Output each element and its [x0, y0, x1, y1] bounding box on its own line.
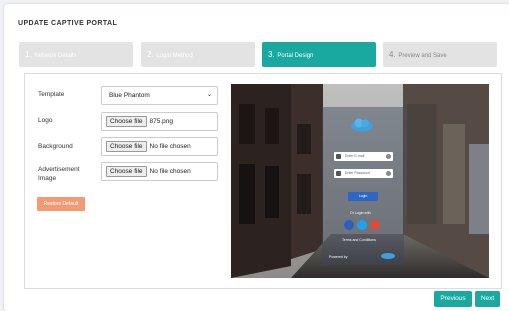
step-number: 4.	[389, 50, 396, 59]
lock-icon	[336, 171, 341, 176]
logo-file-name: 875.png	[149, 118, 174, 125]
portal-design-form: Template Blue Phantom ⌄ Logo Choose file…	[24, 73, 502, 289]
template-label: Template	[38, 91, 65, 98]
step-network-details[interactable]: 1. Network Details	[19, 42, 133, 67]
step-portal-design[interactable]: 3. Portal Design	[262, 42, 376, 67]
chevron-down-icon: ⌄	[206, 92, 212, 98]
login-card: Enter E-mail Enter Password Login Or Log…	[322, 107, 404, 265]
facebook-icon	[344, 220, 354, 230]
terms-link: Terms and Conditions	[342, 238, 376, 242]
preview-email-input: Enter E-mail	[334, 152, 393, 161]
template-select[interactable]: Blue Phantom ⌄	[101, 86, 218, 105]
captive-portal-panel: UPDATE CAPTIVE PORTAL 1. Network Details…	[4, 4, 509, 311]
advertisement-file-input[interactable]: Choose file No file chosen	[101, 162, 218, 181]
advertisement-choose-file-button[interactable]: Choose file	[106, 166, 147, 177]
step-login-method[interactable]: 2. Login Method	[141, 42, 255, 67]
password-placeholder: Enter Password	[345, 171, 370, 175]
page-title: UPDATE CAPTIVE PORTAL	[18, 20, 118, 27]
restore-default-button[interactable]: Restore Default	[37, 197, 85, 211]
logo-choose-file-button[interactable]: Choose file	[106, 116, 147, 127]
portal-preview: Enter E-mail Enter Password Login Or Log…	[231, 84, 489, 278]
eye-icon	[386, 171, 391, 176]
powered-by-text: Powered by	[329, 255, 348, 259]
background-choose-file-button[interactable]: Choose file	[106, 141, 147, 152]
advertisement-file-name: No file chosen	[149, 168, 191, 175]
brand-logo-icon	[381, 253, 395, 259]
advertisement-label-line2: Image	[38, 175, 57, 182]
step-label: Preview and Save	[398, 53, 447, 59]
envelope-icon	[336, 154, 341, 159]
step-preview-and-save[interactable]: 4. Preview and Save	[383, 42, 497, 67]
advertisement-label: Advertisement Image	[38, 165, 80, 183]
template-value: Blue Phantom	[109, 92, 150, 99]
background-label: Background	[38, 143, 73, 150]
step-number: 2.	[147, 50, 154, 59]
next-button[interactable]: Next	[475, 291, 500, 307]
step-label: Login Method	[156, 53, 193, 59]
email-placeholder: Enter E-mail	[345, 154, 365, 158]
step-label: Portal Design	[277, 53, 314, 59]
step-label: Network Details	[34, 53, 77, 59]
twitter-icon	[357, 220, 367, 230]
step-number: 3.	[268, 50, 275, 59]
logo-label: Logo	[38, 117, 53, 124]
background-file-name: No file chosen	[149, 143, 191, 150]
previous-button[interactable]: Previous	[434, 291, 472, 307]
background-file-input[interactable]: Choose file No file chosen	[101, 137, 218, 156]
step-number: 1.	[25, 50, 32, 59]
google-icon	[370, 220, 380, 230]
preview-login-button: Login	[348, 192, 378, 201]
logo-file-input[interactable]: Choose file 875.png	[101, 112, 218, 131]
login-label: Login	[358, 194, 368, 198]
advertisement-label-line1: Advertisement	[38, 166, 80, 173]
preview-password-input: Enter Password	[334, 169, 393, 178]
cloud-logo-icon	[351, 118, 373, 132]
login-with-text: Or Login with	[350, 211, 371, 215]
eye-icon	[386, 154, 391, 159]
